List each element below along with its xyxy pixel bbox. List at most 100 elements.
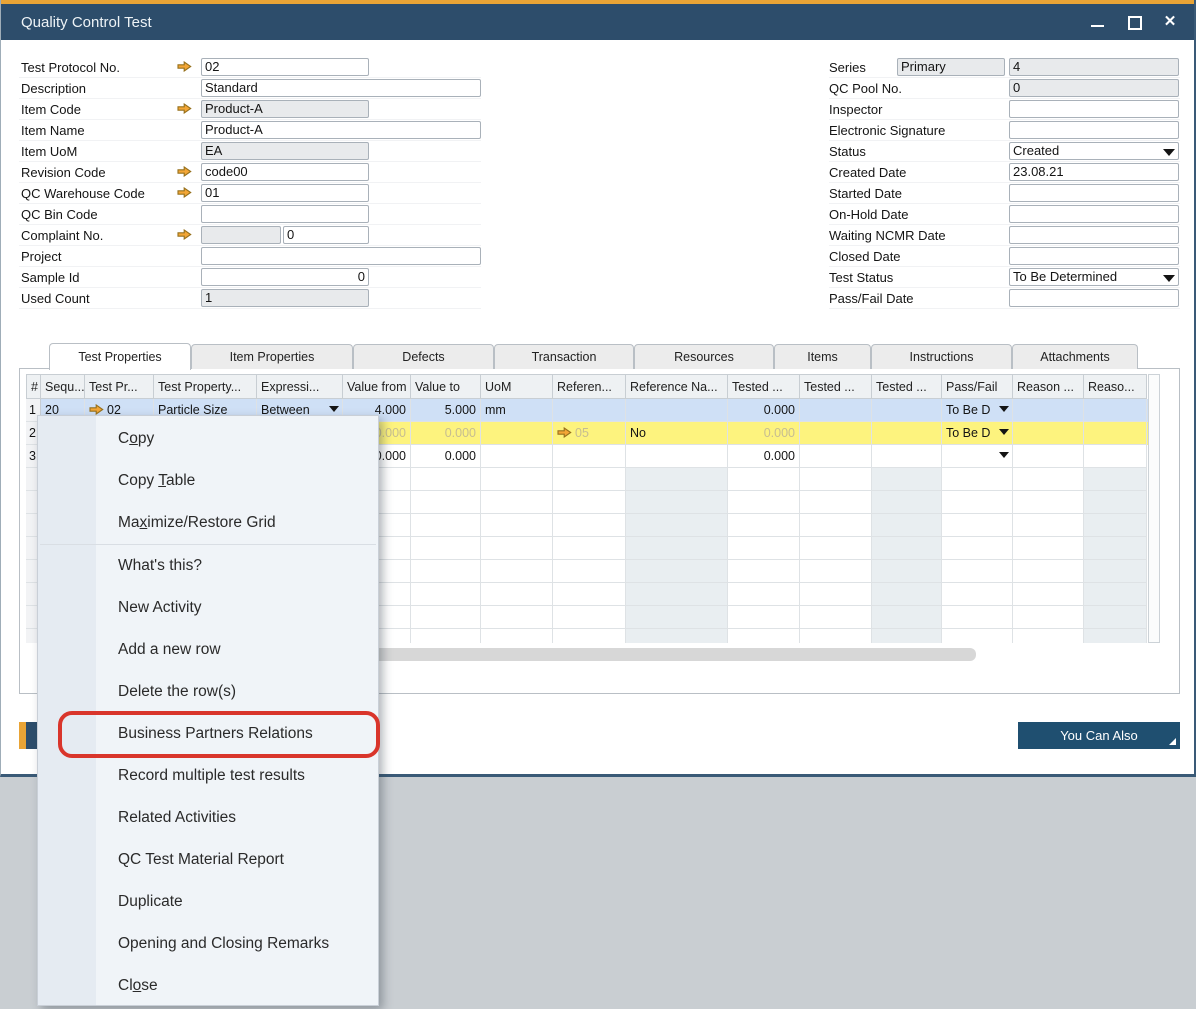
link-arrow-icon[interactable] — [89, 404, 104, 415]
grid-cell[interactable] — [1013, 514, 1084, 537]
test-protocol-no-field[interactable]: 02 — [201, 58, 369, 76]
grid-cell[interactable] — [942, 468, 1013, 491]
menu-item-opening-and-closing-remarks[interactable]: Opening and Closing Remarks — [38, 923, 378, 965]
grid-cell[interactable] — [553, 468, 626, 491]
grid-cell[interactable] — [1084, 514, 1147, 537]
on-hold-date-field[interactable] — [1009, 205, 1179, 223]
grid-cell[interactable] — [481, 468, 553, 491]
grid-cell[interactable] — [411, 606, 481, 629]
grid-cell[interactable] — [626, 468, 728, 491]
menu-item-record-multiple-test-results[interactable]: Record multiple test results — [38, 755, 378, 797]
tab-item-properties[interactable]: Item Properties — [191, 344, 353, 369]
series-field-1[interactable]: Primary — [897, 58, 1005, 76]
waiting-ncmr-date-field[interactable] — [1009, 226, 1179, 244]
grid-cell[interactable] — [626, 537, 728, 560]
tab-transaction[interactable]: Transaction — [494, 344, 634, 369]
created-date-field[interactable]: 23.08.21 — [1009, 163, 1179, 181]
grid-cell[interactable] — [481, 560, 553, 583]
grid-cell[interactable] — [942, 560, 1013, 583]
menu-item-business-partners-relations[interactable]: Business Partners Relations — [38, 713, 378, 755]
grid-cell[interactable] — [1084, 422, 1147, 445]
grid-cell[interactable] — [481, 583, 553, 606]
electronic-signature-field[interactable] — [1009, 121, 1179, 139]
grid-cell[interactable] — [626, 606, 728, 629]
link-arrow-icon[interactable] — [557, 427, 572, 438]
item-name-field[interactable]: Product-A — [201, 121, 481, 139]
qc-bin-code-field[interactable] — [201, 205, 369, 223]
grid-cell[interactable] — [728, 491, 800, 514]
grid-cell[interactable] — [942, 514, 1013, 537]
grid-cell[interactable] — [626, 560, 728, 583]
grid-cell[interactable] — [800, 629, 872, 643]
grid-cell[interactable]: 0.000 — [728, 399, 800, 422]
grid-cell[interactable] — [1013, 629, 1084, 643]
grid-cell[interactable] — [1013, 468, 1084, 491]
grid-cell[interactable] — [872, 468, 942, 491]
closed-date-field[interactable] — [1009, 247, 1179, 265]
grid-cell[interactable] — [1084, 606, 1147, 629]
grid-cell[interactable] — [626, 514, 728, 537]
dropdown-arrow-icon[interactable] — [1163, 149, 1175, 156]
minimize-icon[interactable] — [1090, 14, 1106, 30]
link-arrow-icon[interactable] — [177, 61, 192, 72]
grid-cell[interactable] — [728, 514, 800, 537]
grid-cell[interactable] — [481, 537, 553, 560]
grid-cell[interactable] — [481, 422, 553, 445]
project-field[interactable] — [201, 247, 481, 265]
grid-cell[interactable] — [728, 537, 800, 560]
tab-resources[interactable]: Resources — [634, 344, 774, 369]
description-field[interactable]: Standard — [201, 79, 481, 97]
menu-item-copy[interactable]: Copy — [38, 418, 378, 460]
grid-cell[interactable] — [1013, 537, 1084, 560]
grid-cell[interactable] — [872, 514, 942, 537]
grid-cell[interactable] — [800, 514, 872, 537]
grid-cell[interactable] — [411, 514, 481, 537]
grid-cell[interactable] — [800, 560, 872, 583]
grid-cell[interactable] — [553, 606, 626, 629]
grid-vertical-scrollbar[interactable] — [1148, 374, 1160, 643]
tab-instructions[interactable]: Instructions — [871, 344, 1012, 369]
grid-cell[interactable] — [800, 583, 872, 606]
menu-item-copy-table[interactable]: Copy Table — [38, 460, 378, 502]
grid-cell[interactable] — [481, 445, 553, 468]
pass-fail-date-field[interactable] — [1009, 289, 1179, 307]
tab-items[interactable]: Items — [774, 344, 871, 369]
grid-cell[interactable] — [1084, 468, 1147, 491]
menu-item-related-activities[interactable]: Related Activities — [38, 797, 378, 839]
grid-cell[interactable] — [872, 491, 942, 514]
grid-cell[interactable] — [553, 629, 626, 643]
grid-cell[interactable]: No — [626, 422, 728, 445]
grid-cell[interactable] — [553, 399, 626, 422]
grid-cell[interactable] — [1013, 583, 1084, 606]
grid-cell[interactable] — [626, 445, 728, 468]
complaint-no-field-2[interactable]: 0 — [283, 226, 369, 244]
menu-item-duplicate[interactable]: Duplicate — [38, 881, 378, 923]
grid-cell[interactable] — [411, 468, 481, 491]
test-status-field[interactable]: To Be Determined — [1009, 268, 1179, 286]
grid-cell[interactable] — [872, 629, 942, 643]
dropdown-arrow-icon[interactable] — [329, 406, 339, 412]
revision-code-field[interactable]: code00 — [201, 163, 369, 181]
grid-cell[interactable] — [1013, 491, 1084, 514]
link-arrow-icon[interactable] — [177, 229, 192, 240]
grid-cell[interactable] — [872, 422, 942, 445]
menu-item-close[interactable]: Close — [38, 965, 378, 1007]
grid-cell[interactable] — [1013, 422, 1084, 445]
grid-cell[interactable] — [411, 491, 481, 514]
grid-cell[interactable] — [1084, 537, 1147, 560]
grid-cell[interactable] — [411, 629, 481, 643]
series-field-2[interactable]: 4 — [1009, 58, 1179, 76]
menu-item-maximize-restore-grid[interactable]: Maximize/Restore Grid — [38, 502, 378, 544]
dropdown-arrow-icon[interactable] — [999, 406, 1009, 412]
menu-item-add-a-new-row[interactable]: Add a new row — [38, 629, 378, 671]
grid-cell[interactable] — [942, 445, 1013, 468]
item-uom-field[interactable]: EA — [201, 142, 369, 160]
sample-id-field[interactable]: 0 — [201, 268, 369, 286]
grid-cell[interactable] — [800, 468, 872, 491]
grid-cell[interactable] — [800, 445, 872, 468]
grid-cell[interactable] — [800, 606, 872, 629]
grid-cell[interactable] — [800, 491, 872, 514]
grid-cell[interactable] — [553, 514, 626, 537]
grid-cell[interactable] — [481, 629, 553, 643]
grid-cell[interactable] — [481, 491, 553, 514]
